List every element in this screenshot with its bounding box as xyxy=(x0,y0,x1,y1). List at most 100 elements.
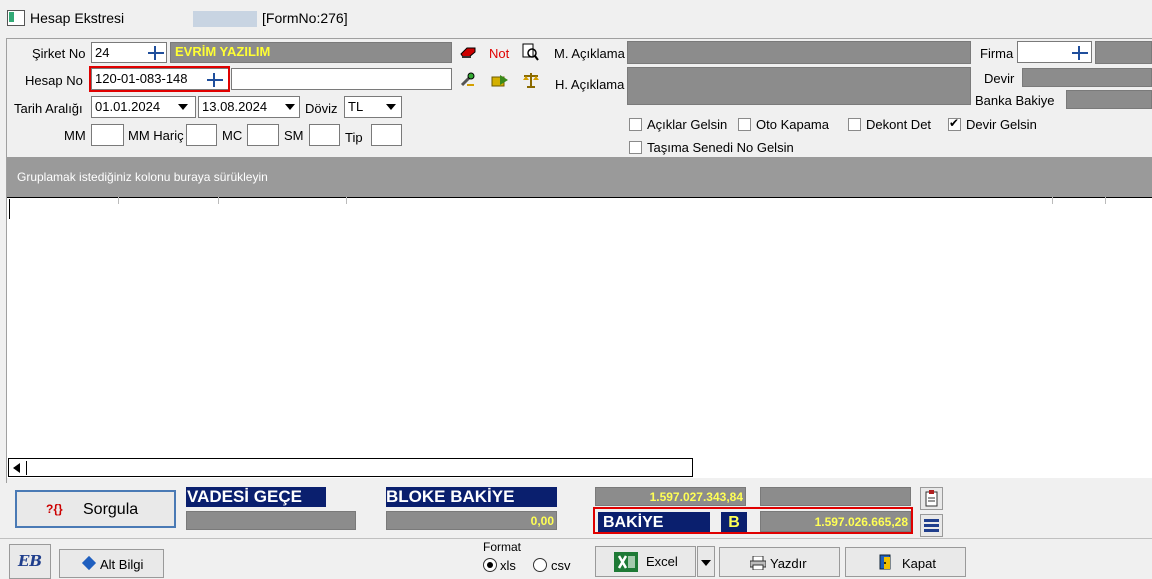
yazdir-label: Yazdır xyxy=(770,556,807,571)
query-icon: ?{} xyxy=(46,502,63,516)
hesap-no-label: Hesap No xyxy=(25,73,83,88)
tasima-senedi-label: Taşıma Senedi No Gelsin xyxy=(647,140,794,155)
frame-border-top xyxy=(6,38,1152,39)
firma-label: Firma xyxy=(980,46,1014,61)
doviz-value: TL xyxy=(348,99,364,114)
devir-gelsin-label: Devir Gelsin xyxy=(966,117,1037,132)
firma-lookup-button[interactable] xyxy=(1070,44,1090,62)
excel-label: Excel xyxy=(646,554,678,569)
mm-haric-label: MM Hariç xyxy=(128,128,184,143)
tarih-bitis-value: 13.08.2024 xyxy=(202,99,268,114)
tarih-bitis-dropdown-icon[interactable] xyxy=(285,104,295,110)
m-aciklama-field[interactable] xyxy=(627,41,971,64)
oto-kapama-label: Oto Kapama xyxy=(756,117,829,132)
format-label: Format xyxy=(483,540,522,554)
aciklar-gelsin-label: Açıklar Gelsin xyxy=(647,117,728,132)
total-value-field: 1.597.027.343,84 xyxy=(595,487,746,506)
sm-label: SM xyxy=(284,128,304,143)
eb-logo-button[interactable]: EB xyxy=(9,544,51,579)
sirket-lookup-button[interactable] xyxy=(146,44,166,62)
form-number: [FormNo:276] xyxy=(262,10,348,26)
bloke-bakiye-label: BLOKE BAKİYE xyxy=(386,487,557,507)
hesap-no-highlight xyxy=(89,66,230,92)
sm-input[interactable] xyxy=(309,124,340,146)
mm-haric-input[interactable] xyxy=(186,124,217,146)
h-aciklama-label: H. Açıklama xyxy=(555,77,625,92)
dekont-det-label: Dekont Det xyxy=(866,117,932,132)
document-search-icon[interactable] xyxy=(521,43,539,61)
format-xls-radio[interactable] xyxy=(483,558,497,572)
list-icon xyxy=(924,519,939,532)
tarih-araligi-label: Tarih Aralığı xyxy=(14,101,83,116)
grid-column-separator xyxy=(218,197,219,204)
grid-column-separator xyxy=(1105,197,1106,204)
total-value: 1.597.027.343,84 xyxy=(649,490,743,504)
hesap-name-input[interactable] xyxy=(231,68,452,90)
scroll-left-arrow-icon[interactable] xyxy=(10,461,27,475)
devir-label: Devir xyxy=(984,71,1015,86)
h-aciklama-field[interactable] xyxy=(627,67,971,105)
alt-bilgi-button[interactable]: Alt Bilgi xyxy=(59,549,164,578)
tools-icon[interactable] xyxy=(459,72,477,88)
vadesi-gecen-label: VADESİ GEÇE xyxy=(186,487,326,507)
kapat-label: Kapat xyxy=(902,556,936,571)
vadesi-gecen-value-field xyxy=(186,511,356,530)
info-diamond-icon xyxy=(81,555,97,571)
sirket-no-label: Şirket No xyxy=(32,46,86,61)
total-secondary-field xyxy=(760,487,911,506)
firma-name-field xyxy=(1095,41,1152,64)
tarih-baslangic-dropdown-icon[interactable] xyxy=(178,104,188,110)
grid-horizontal-scrollbar[interactable] xyxy=(8,458,693,477)
aciklar-gelsin-checkbox[interactable] xyxy=(629,118,642,131)
data-grid[interactable] xyxy=(7,197,1152,478)
folder-arrow-icon[interactable] xyxy=(491,72,509,88)
tip-input[interactable] xyxy=(371,124,402,146)
clipboard-icon xyxy=(925,490,938,507)
bloke-bakiye-value-field: 0,00 xyxy=(386,511,557,530)
mm-input[interactable] xyxy=(91,124,124,146)
yazdir-button[interactable]: Yazdır xyxy=(719,547,840,577)
title-redaction xyxy=(193,11,257,27)
group-by-hint: Gruplamak istediğiniz kolonu buraya sürü… xyxy=(17,170,268,184)
doviz-label: Döviz xyxy=(305,101,338,116)
scale-icon[interactable] xyxy=(522,71,540,89)
devir-gelsin-checkbox[interactable] xyxy=(948,116,961,131)
eraser-icon[interactable] xyxy=(459,45,477,59)
excel-dropdown-icon xyxy=(701,560,711,566)
format-csv-label: csv xyxy=(551,558,571,573)
sirket-name-field: EVRİM YAZILIM xyxy=(170,42,452,63)
dekont-det-checkbox[interactable] xyxy=(848,118,861,131)
footer-divider xyxy=(0,538,1152,539)
printer-icon xyxy=(750,556,766,570)
sorgula-button[interactable]: ?{} Sorgula xyxy=(15,490,176,528)
not-label[interactable]: Not xyxy=(489,46,509,61)
format-xls-label: xls xyxy=(500,558,516,573)
mc-input[interactable] xyxy=(247,124,279,146)
excel-dropdown-button[interactable] xyxy=(697,546,715,577)
mm-label: MM xyxy=(64,128,86,143)
sirket-name: EVRİM YAZILIM xyxy=(175,44,271,59)
window-titlebar: Hesap Ekstresi [FormNo:276] xyxy=(0,0,1152,37)
tip-label: Tip xyxy=(345,130,363,145)
doviz-dropdown-icon[interactable] xyxy=(386,104,396,110)
grid-cursor xyxy=(9,199,10,219)
banka-bakiye-label: Banka Bakiye xyxy=(975,93,1055,108)
radio-selected-dot xyxy=(487,562,493,568)
tasima-senedi-checkbox[interactable] xyxy=(629,141,642,154)
eb-logo: EB xyxy=(18,552,43,570)
form-icon xyxy=(7,10,25,26)
exit-door-icon xyxy=(879,554,891,570)
clipboard-button[interactable] xyxy=(920,487,943,510)
format-csv-radio[interactable] xyxy=(533,558,547,572)
kapat-button[interactable]: Kapat xyxy=(845,547,966,577)
excel-button[interactable]: Excel xyxy=(595,546,696,577)
grid-column-separator xyxy=(1052,197,1053,204)
devir-field xyxy=(1022,68,1152,87)
excel-icon xyxy=(614,552,638,572)
window-title: Hesap Ekstresi xyxy=(30,10,125,26)
sorgula-label: Sorgula xyxy=(83,501,139,518)
bakiye-highlight xyxy=(593,507,913,534)
oto-kapama-checkbox[interactable] xyxy=(738,118,751,131)
m-aciklama-label: M. Açıklama xyxy=(554,46,625,61)
list-button[interactable] xyxy=(920,514,943,537)
